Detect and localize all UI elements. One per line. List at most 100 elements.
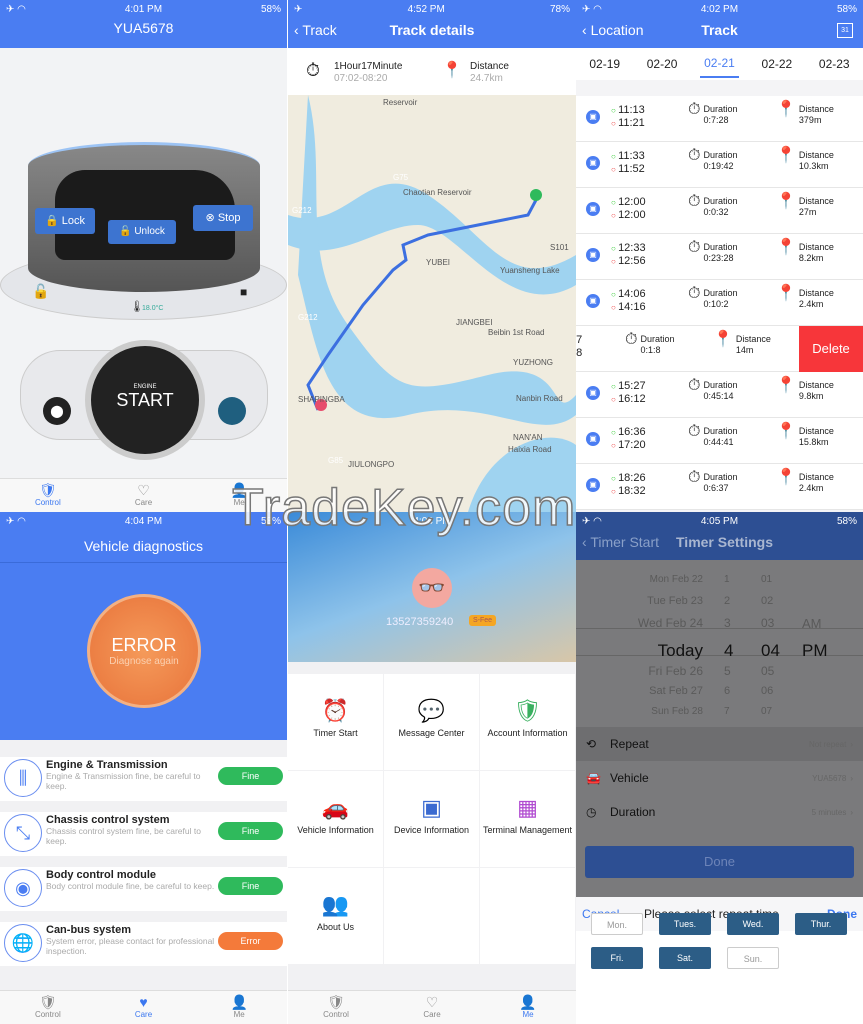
mode-button[interactable]: [218, 397, 246, 425]
trip-row[interactable]: ▣ ○ 12:00 ○ 12:00 ⏱ Duration 0:0:32 📍 Distance 2…: [576, 188, 863, 234]
map-label: G75: [393, 173, 409, 182]
map-label: Haixia Road: [508, 445, 552, 454]
picker-value[interactable]: Sat Feb 27: [649, 685, 703, 697]
menu-item[interactable]: ▦ Terminal Management: [480, 771, 575, 867]
picker-value[interactable]: 06: [761, 685, 773, 697]
trip-row[interactable]: ▣ ○ 12:33 ○ 12:56 ⏱ Duration 0:23:28 📍 Distance…: [576, 234, 863, 280]
tab-care[interactable]: ♡ Care: [384, 991, 480, 1024]
tab-control[interactable]: 🛡 Control: [0, 991, 96, 1024]
picker-value[interactable]: Fri Feb 26: [648, 664, 703, 678]
trip-row[interactable]: ▣ ○ 18:26 ○ 18:32 ⏱ Duration 0:6:37 📍 Distance 2…: [576, 464, 863, 510]
day-toggle[interactable]: Sun.: [727, 947, 779, 969]
map-label: Chaotian Reservoir: [403, 188, 472, 197]
battery-icon: ■: [240, 285, 248, 299]
trip-row[interactable]: ▣ ○ 15:27 ○ 16:12 ⏱ Duration 0:45:14 📍 Distance…: [576, 372, 863, 418]
distance-icon: 📍: [776, 101, 796, 118]
day-toggle[interactable]: Sat.: [659, 947, 711, 969]
stop-button[interactable]: ⊗ Stop: [193, 205, 253, 231]
menu-item[interactable]: 🚗 Vehicle Information: [288, 771, 383, 867]
status-badge[interactable]: Fine: [218, 822, 283, 840]
trip-row[interactable]: 2728⏱Duration0:1:8📍Distance14mDelete: [576, 326, 863, 372]
picker-value[interactable]: 04: [761, 641, 780, 661]
tab-me[interactable]: 👤 Me: [191, 479, 287, 512]
menu-item[interactable]: ▣ Device Information: [384, 771, 479, 867]
tab-me[interactable]: 👤 Me: [191, 991, 287, 1024]
stopwatch-icon: ⏱: [688, 101, 701, 118]
picker-ampm[interactable]: AM: [802, 616, 822, 631]
picker-value[interactable]: Today: [658, 641, 703, 661]
lock-status-icon: 🔓: [32, 283, 50, 299]
picker-ampm[interactable]: PM: [802, 641, 828, 661]
stopwatch-icon: ⏱: [688, 469, 701, 486]
engine-start-button[interactable]: ENGINE START: [85, 340, 205, 460]
trip-row[interactable]: ▣ ○ 11:33 ○ 11:52 ⏱ Duration 0:19:42 📍 Distance…: [576, 142, 863, 188]
delete-button[interactable]: Delete: [799, 326, 863, 372]
date-time-picker[interactable]: Mon Feb 22 Tue Feb 23 Wed Feb 24 Today Fri F…: [576, 574, 863, 717]
trip-row[interactable]: ▣ ○ 11:13 ○ 11:21 ⏱ Duration 0:7:28 📍 Distance 3…: [576, 96, 863, 142]
picker-value[interactable]: 7: [724, 706, 730, 717]
tab-care[interactable]: ♥ Care: [96, 991, 192, 1024]
status-badge[interactable]: Error: [218, 932, 283, 950]
row-icon: ⟲: [586, 737, 597, 751]
tab-care[interactable]: ♡ Care: [96, 479, 192, 512]
trip-row[interactable]: ▣ ○ 14:06 ○ 14:16 ⏱ Duration 0:10:2 📍 Distance 2…: [576, 280, 863, 326]
status-badge[interactable]: Fine: [218, 767, 283, 785]
back-button[interactable]: ‹ Timer Start: [582, 534, 659, 550]
menu-icon: 🚗: [321, 795, 350, 820]
picker-value[interactable]: 03: [761, 616, 774, 630]
day-toggle[interactable]: Wed.: [727, 913, 779, 935]
picker-value[interactable]: 5: [724, 664, 731, 678]
picker-value[interactable]: Wed Feb 24: [638, 616, 703, 630]
picker-value[interactable]: 1: [724, 574, 730, 585]
stopwatch-icon: ⏱: [625, 331, 638, 348]
picker-value[interactable]: 07: [761, 706, 772, 717]
menu-item[interactable]: 🛡 Account Information: [480, 674, 575, 770]
location-button[interactable]: ⬤: [43, 397, 71, 425]
unlock-button[interactable]: 🔓 Unlock: [108, 220, 176, 244]
tab-bar: 🛡 Control ♡ Care 👤 Me: [0, 478, 287, 512]
picker-value[interactable]: 3: [724, 616, 731, 630]
me-screen: 4:04 PM 👓 13527359240 S-Fee ⏰ Timer Start…: [288, 512, 576, 1024]
day-toggle[interactable]: Mon.: [591, 913, 643, 935]
picker-value[interactable]: 05: [761, 664, 774, 678]
date-tab[interactable]: 02-21: [700, 50, 739, 78]
day-toggle[interactable]: Fri.: [591, 947, 643, 969]
picker-value[interactable]: 2: [724, 595, 730, 607]
status-badge[interactable]: Fine: [218, 877, 283, 895]
setting-row[interactable]: 🚘 Vehicle YUA5678 ›: [576, 761, 863, 795]
picker-value[interactable]: 4: [724, 641, 733, 661]
picker-value[interactable]: Mon Feb 22: [650, 574, 703, 585]
picker-value[interactable]: Tue Feb 23: [647, 595, 703, 607]
date-tabs: 02-19 02-20 02-21 02-22 02-23: [576, 48, 863, 80]
date-tab[interactable]: 02-19: [585, 51, 624, 77]
menu-item[interactable]: 👥 About Us: [288, 868, 383, 964]
avatar[interactable]: 👓: [412, 568, 452, 608]
status-bar: ✈ ︎◠ 4:01 PM 58%: [6, 3, 281, 15]
tab-control[interactable]: 🛡 Control: [0, 479, 96, 512]
menu-item[interactable]: 💬 Message Center: [384, 674, 479, 770]
setting-row[interactable]: ⟲ Repeat Not repeat ›: [576, 727, 863, 761]
picker-value[interactable]: Sun Feb 28: [651, 706, 703, 717]
tab-me[interactable]: 👤 Me: [480, 991, 576, 1024]
distance-icon: 📍: [442, 62, 462, 79]
day-toggle[interactable]: Tues.: [659, 913, 711, 935]
date-tab[interactable]: 02-20: [643, 51, 682, 77]
setting-row[interactable]: ◷ Duration 5 minutes ›: [576, 795, 863, 829]
diagnose-button[interactable]: ERROR Diagnose again: [87, 594, 201, 708]
date-tab[interactable]: 02-22: [758, 51, 797, 77]
calendar-icon[interactable]: 31: [837, 23, 853, 38]
day-toggle[interactable]: Thur.: [795, 913, 847, 935]
picker-value[interactable]: 6: [724, 685, 730, 697]
car-icon: ▣: [586, 156, 600, 170]
picker-value[interactable]: 01: [761, 574, 772, 585]
lock-button[interactable]: 🔒 Lock: [35, 208, 95, 234]
picker-value[interactable]: 02: [761, 595, 773, 607]
trip-row[interactable]: ▣ ○ 16:36 ○ 17:20 ⏱ Duration 0:44:41 📍 Distance…: [576, 418, 863, 464]
tab-control[interactable]: 🛡 Control: [288, 991, 384, 1024]
car-icon: ▣: [586, 294, 600, 308]
date-tab[interactable]: 02-23: [815, 51, 854, 77]
map[interactable]: Reservoir G75 Chaotian Reservoir G212 S1…: [288, 95, 576, 512]
menu-item[interactable]: ⏰ Timer Start: [288, 674, 383, 770]
diagnostic-item: 🌐 Can-bus system System error, please cont…: [0, 922, 287, 966]
done-button[interactable]: Done: [585, 846, 854, 878]
